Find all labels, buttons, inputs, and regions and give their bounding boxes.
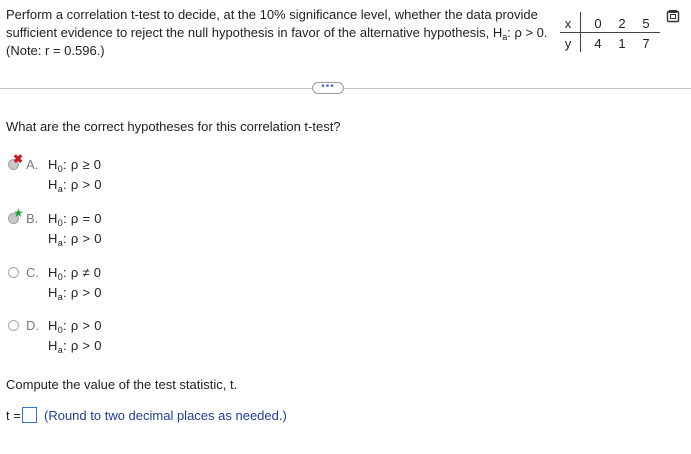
radio-button[interactable] bbox=[8, 267, 19, 278]
alternative-hypothesis: Ha: ρ > 0 bbox=[48, 285, 102, 302]
null-hypothesis: H0: ρ = 0 bbox=[48, 211, 102, 228]
table-horizontal-rule bbox=[560, 32, 660, 33]
table-cell: 0 bbox=[594, 16, 602, 31]
null-hypothesis: H0: ρ ≥ 0 bbox=[48, 157, 102, 174]
alternative-hypothesis: Ha: ρ > 0 bbox=[48, 231, 102, 248]
table-cell: 5 bbox=[642, 16, 650, 31]
option-letter: C. bbox=[26, 265, 39, 280]
test-statistic-input[interactable] bbox=[22, 407, 37, 423]
incorrect-mark-icon: ✖ bbox=[13, 152, 24, 166]
option-letter: A. bbox=[26, 157, 39, 172]
copy-icon[interactable] bbox=[666, 9, 680, 23]
question-line-1: Perform a correlation t-test to decide, … bbox=[6, 7, 538, 22]
section-divider bbox=[0, 88, 691, 89]
option-d[interactable]: D. H0: ρ > 0 Ha: ρ > 0 bbox=[8, 316, 208, 356]
table-cell: 2 bbox=[618, 16, 626, 31]
part2-prompt: Compute the value of the test statistic,… bbox=[6, 377, 238, 392]
table-cell: 4 bbox=[594, 36, 602, 51]
correct-star-icon: ★ bbox=[13, 206, 24, 220]
table-cell: 7 bbox=[642, 36, 650, 51]
null-hypothesis: H0: ρ ≠ 0 bbox=[48, 265, 102, 282]
question-note: (Note: r = 0.596.) bbox=[6, 43, 105, 58]
option-c[interactable]: C. H0: ρ ≠ 0 Ha: ρ > 0 bbox=[8, 263, 208, 303]
part1-prompt: What are the correct hypotheses for this… bbox=[6, 119, 341, 134]
answer-prefix: t = bbox=[6, 408, 21, 423]
table-x-label: x bbox=[564, 16, 572, 31]
option-letter: D. bbox=[26, 318, 39, 333]
alternative-hypothesis: Ha: ρ > 0 bbox=[48, 177, 102, 194]
option-b[interactable]: ★ B. H0: ρ = 0 Ha: ρ > 0 bbox=[8, 206, 208, 249]
radio-button[interactable] bbox=[8, 320, 19, 331]
table-y-label: y bbox=[564, 36, 572, 51]
null-hypothesis: H0: ρ > 0 bbox=[48, 318, 102, 335]
expand-more-button[interactable]: ••• bbox=[312, 82, 344, 94]
option-a[interactable]: ✖ A. H0: ρ ≥ 0 Ha: ρ > 0 bbox=[8, 152, 208, 195]
option-letter: B. bbox=[26, 211, 39, 226]
table-cell: 1 bbox=[618, 36, 626, 51]
alternative-hypothesis: Ha: ρ > 0 bbox=[48, 338, 102, 355]
rounding-note: (Round to two decimal places as needed.) bbox=[44, 408, 287, 423]
question-line-2: sufficient evidence to reject the null h… bbox=[6, 25, 548, 42]
